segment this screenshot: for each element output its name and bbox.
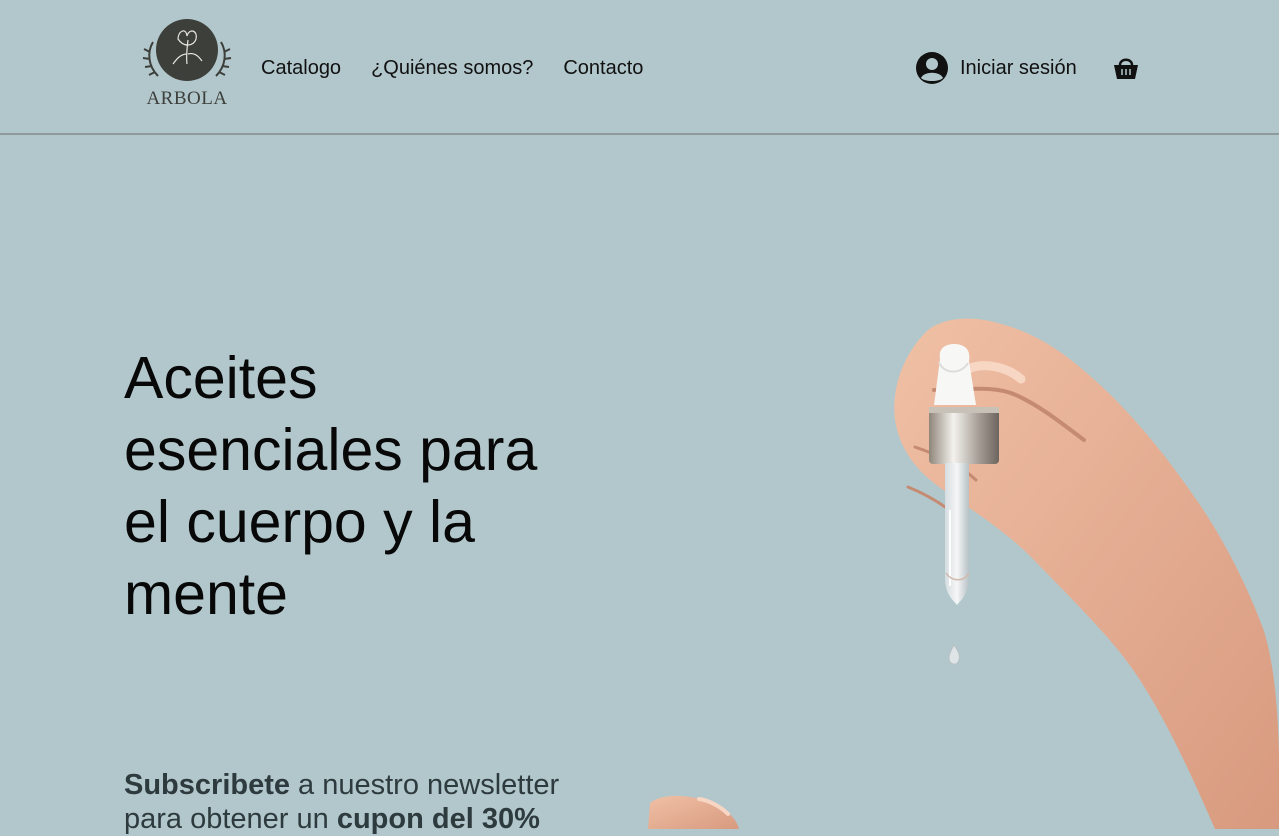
hand-dropper-image xyxy=(648,318,1279,829)
arbola-logo[interactable]: ARBOLA xyxy=(140,18,234,110)
newsletter-subscribe: Subscribete xyxy=(124,769,290,801)
login-button[interactable]: Iniciar sesión xyxy=(915,51,1077,85)
hero-title: Aceites esenciales para el cuerpo y la m… xyxy=(124,345,538,627)
logo-emblem-icon xyxy=(142,19,232,81)
brand-name: ARBOLA xyxy=(146,88,228,109)
nav-contacto[interactable]: Contacto xyxy=(563,57,643,80)
site-header: ARBOLA Catalogo ¿Quiénes somos? Contacto… xyxy=(0,0,1279,135)
nav-quienes-somos[interactable]: ¿Quiénes somos? xyxy=(371,57,533,80)
login-label: Iniciar sesión xyxy=(960,56,1077,79)
cart-button[interactable] xyxy=(1113,55,1139,81)
newsletter-text: Subscribete a nuestro newsletter para ob… xyxy=(124,768,594,836)
main-nav: Catalogo ¿Quiénes somos? Contacto xyxy=(261,57,643,80)
shopping-basket-icon xyxy=(1114,58,1138,79)
newsletter-coupon: cupon del 30% xyxy=(336,803,540,835)
nav-catalogo[interactable]: Catalogo xyxy=(261,57,341,80)
account-icon xyxy=(916,52,948,84)
